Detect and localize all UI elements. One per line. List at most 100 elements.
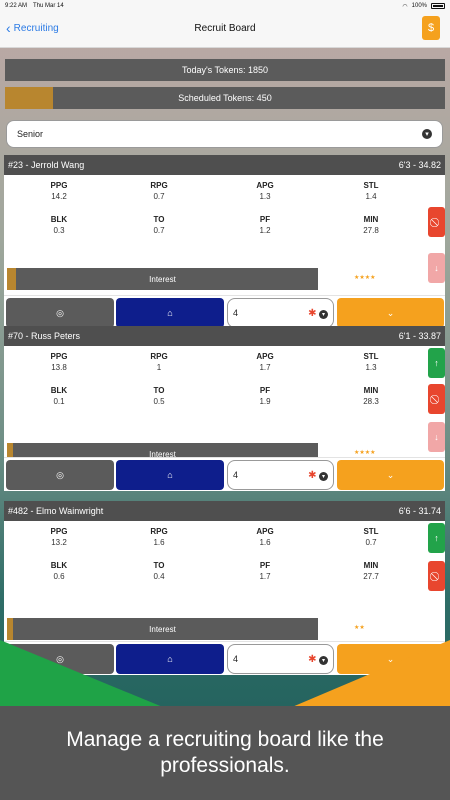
chevron-down-icon: ▾ xyxy=(422,129,432,139)
target-icon: ◎ xyxy=(56,307,64,318)
target-icon: ◎ xyxy=(56,469,64,480)
scout-button[interactable]: ◎ xyxy=(6,298,114,328)
stat-to: TO 0.4 xyxy=(114,561,204,581)
page-title: Recruit Board xyxy=(194,23,256,34)
stat-rpg-label: RPG xyxy=(150,352,168,361)
offer-button[interactable]: ⌄ xyxy=(337,460,444,490)
stat-to-label: TO xyxy=(153,215,165,224)
stat-min-label: MIN xyxy=(363,561,379,570)
class-filter-select[interactable]: Senior ▾ xyxy=(6,120,443,148)
interest-label: Interest xyxy=(149,624,176,634)
move-down-icon: ↓ xyxy=(434,432,439,442)
stat-stl-value: 0.7 xyxy=(365,538,377,547)
stat-rpg-label: RPG xyxy=(150,527,168,536)
stat-to-value: 0.4 xyxy=(153,572,165,581)
battery-icon xyxy=(431,3,445,9)
remove-button[interactable]: ⃠ xyxy=(428,384,445,414)
stat-stl-label: STL xyxy=(363,181,379,190)
token-input-value: 4 xyxy=(233,654,239,664)
stat-ppg: PPG 13.8 xyxy=(14,352,104,372)
stat-apg-label: APG xyxy=(256,181,274,190)
stat-ppg-value: 13.8 xyxy=(51,363,67,372)
stat-apg-value: 1.6 xyxy=(259,538,271,547)
stat-ppg-value: 13.2 xyxy=(51,538,67,547)
stat-to-value: 0.5 xyxy=(153,397,165,406)
player-card: #70 - Russ Peters 6'1 - 33.87 PPG 13.8 R… xyxy=(4,326,445,491)
stat-rpg: RPG 1.6 xyxy=(114,527,204,547)
move-up-icon: ↑ xyxy=(434,533,439,543)
remove-button[interactable]: ⃠ xyxy=(428,561,445,591)
status-bar: 9:22 AM Thu Mar 14 ◠ 100% xyxy=(0,0,450,12)
stat-to: TO 0.7 xyxy=(114,215,204,235)
stat-pf-label: PF xyxy=(259,561,271,570)
building-icon: ⌂ xyxy=(167,308,173,318)
stat-stl: STL 1.4 xyxy=(326,181,416,201)
player-card-header: #23 - Jerrold Wang 6'3 - 34.82 xyxy=(4,155,445,175)
stat-blk-value: 0.3 xyxy=(53,226,65,235)
asterisk-icon: ✱ xyxy=(308,307,317,319)
stat-blk-label: BLK xyxy=(50,386,68,395)
scout-button[interactable]: ◎ xyxy=(6,460,114,490)
stat-ppg: PPG 13.2 xyxy=(14,527,104,547)
player-name: #482 - Elmo Wainwright xyxy=(8,506,104,516)
interest-fill xyxy=(7,268,17,290)
stat-rpg: RPG 0.7 xyxy=(114,181,204,201)
move-down-button[interactable]: ↓ xyxy=(428,422,445,452)
offer-button[interactable]: ⌄ xyxy=(337,298,444,328)
stat-blk: BLK 0.1 xyxy=(14,386,104,406)
stat-to-label: TO xyxy=(153,386,165,395)
stat-pf-label: PF xyxy=(259,386,271,395)
interest-bar: Interest xyxy=(7,268,318,290)
stat-apg-value: 1.3 xyxy=(259,192,271,201)
player-info: 6'1 - 33.87 xyxy=(398,331,441,341)
rating-stars: ★★ xyxy=(354,625,365,631)
stat-apg: APG 1.3 xyxy=(220,181,310,201)
stat-pf: PF 1.9 xyxy=(220,386,310,406)
token-input[interactable]: 4 ✱ ▾ xyxy=(227,460,334,490)
stat-min-label: MIN xyxy=(363,215,379,224)
building-icon: ⌂ xyxy=(167,470,173,480)
stat-stl-value: 1.4 xyxy=(365,192,377,201)
player-info: 6'6 - 31.74 xyxy=(398,506,441,516)
stat-pf: PF 1.7 xyxy=(220,561,310,581)
stat-apg: APG 1.7 xyxy=(220,352,310,372)
wifi-icon: ◠ xyxy=(402,3,408,10)
rating-stars: ★★★★ xyxy=(354,275,376,281)
class-filter-value: Senior xyxy=(17,129,44,139)
stat-ppg-label: PPG xyxy=(50,527,68,536)
stat-to: TO 0.5 xyxy=(114,386,204,406)
move-up-button[interactable]: ↑ xyxy=(428,523,445,553)
stat-pf-value: 1.9 xyxy=(259,397,271,406)
stat-min-value: 28.3 xyxy=(363,397,379,406)
stat-apg-label: APG xyxy=(256,352,274,361)
stat-blk-label: BLK xyxy=(50,561,68,570)
todays-tokens-bar: Today's Tokens: 1850 xyxy=(5,59,445,81)
double-chevron-down-icon: ⌄ xyxy=(386,469,395,480)
chevron-down-icon: ▾ xyxy=(319,309,328,319)
stat-min-value: 27.7 xyxy=(363,572,379,581)
stat-apg: APG 1.6 xyxy=(220,527,310,547)
token-input-value: 4 xyxy=(233,470,239,480)
double-chevron-down-icon: ⌄ xyxy=(386,307,395,318)
move-down-button[interactable]: ↓ xyxy=(428,253,445,283)
move-up-button[interactable]: ↑ xyxy=(428,348,445,378)
scheduled-tokens-bar: Scheduled Tokens: 450 xyxy=(5,87,445,109)
stat-ppg-label: PPG xyxy=(50,352,68,361)
player-actions: ◎ ⌂ 4 ✱ ▾ ⌄ xyxy=(4,457,445,491)
visit-button[interactable]: ⌂ xyxy=(116,460,224,490)
coin-button[interactable]: $ xyxy=(422,16,440,40)
coin-icon: $ xyxy=(427,22,435,34)
stat-rpg: RPG 1 xyxy=(114,352,204,372)
stat-stl: STL 0.7 xyxy=(326,527,416,547)
visit-button[interactable]: ⌂ xyxy=(116,298,224,328)
token-input[interactable]: 4 ✱ ▾ xyxy=(227,298,334,328)
stat-pf-value: 1.7 xyxy=(259,572,271,581)
scheduled-tokens-fill xyxy=(5,87,54,109)
decorative-orange-triangle xyxy=(285,640,450,710)
remove-button[interactable]: ⃠ xyxy=(428,207,445,237)
rating-stars: ★★★★ xyxy=(354,450,376,456)
scheduled-tokens-label: Scheduled Tokens: 450 xyxy=(178,93,272,103)
stat-blk: BLK 0.6 xyxy=(14,561,104,581)
player-name: #23 - Jerrold Wang xyxy=(8,160,85,170)
player-card-body: PPG 13.8 RPG 1 APG 1.7 STL 1.3 BLK 0.1 T… xyxy=(4,346,445,465)
